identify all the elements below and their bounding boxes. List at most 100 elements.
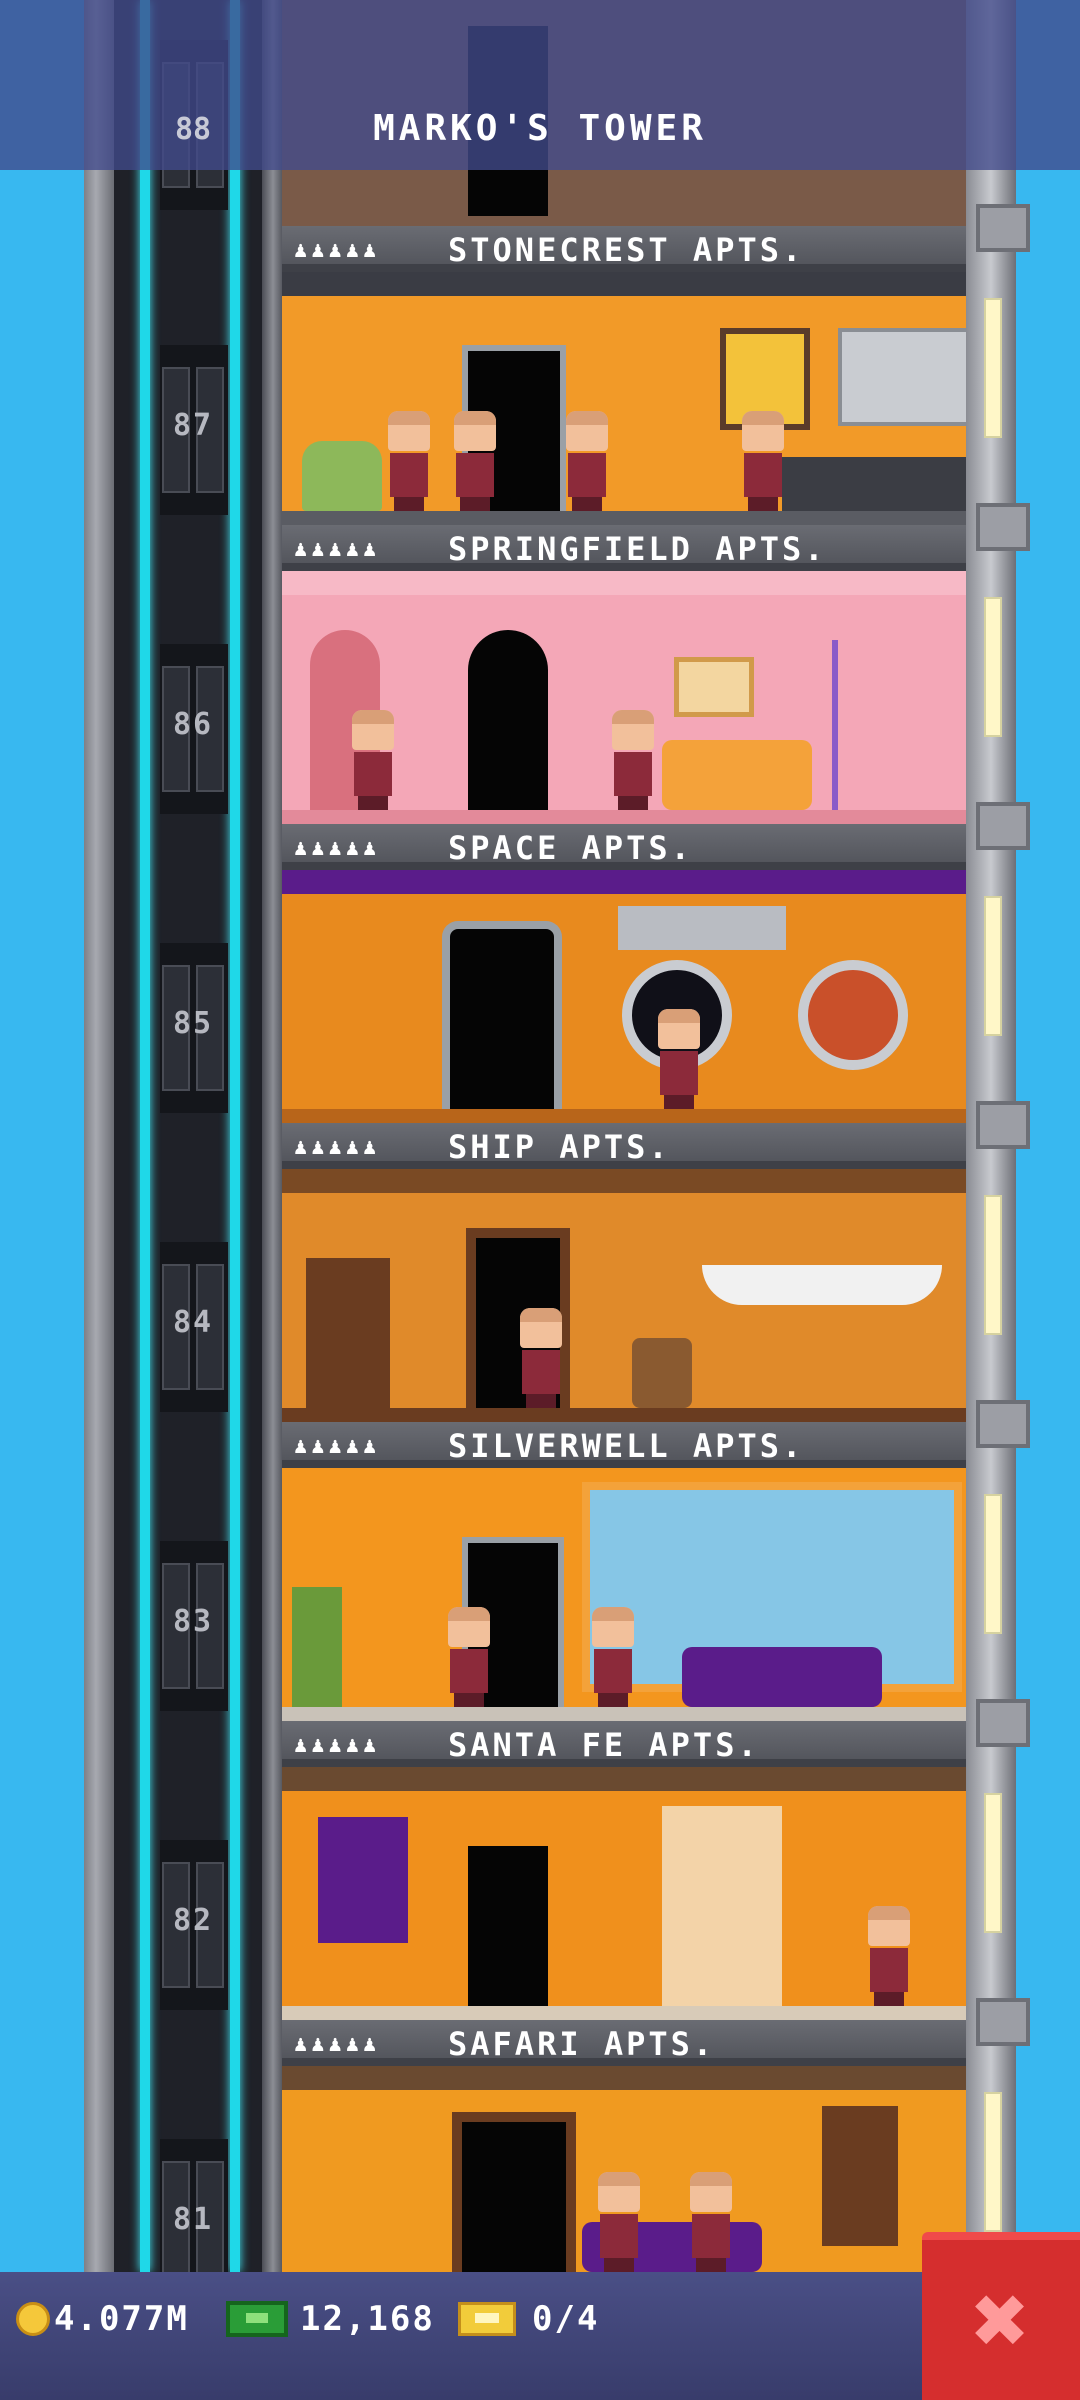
room-silverwell (282, 1468, 966, 1721)
floor-name: SILVERWELL APTS. (448, 1427, 805, 1465)
column-light (984, 1195, 1002, 1335)
column-bracket (976, 1101, 1030, 1149)
shaft-divider (262, 0, 284, 2272)
resident[interactable] (514, 1308, 568, 1408)
floor-sign: ♟♟♟♟♟ SHIP APTS. (282, 1123, 966, 1169)
floor-name: SPRINGFIELD APTS. (448, 530, 827, 568)
control-panel (618, 906, 786, 950)
bux-value: 12,168 (300, 2299, 435, 2339)
floor-name: SPACE APTS. (448, 829, 693, 867)
tickets-counter[interactable]: 0/4 (458, 2294, 599, 2344)
sofa (662, 740, 812, 810)
floor-number-81: 81 (172, 2202, 214, 2237)
floor-sign: ♟♟♟♟♟ SPACE APTS. (282, 824, 966, 870)
rating-stars: ♟♟♟♟♟ (294, 1434, 381, 1459)
floorboard (282, 511, 966, 525)
resident[interactable] (442, 1607, 496, 1707)
coins-value: 4.077M (54, 2299, 189, 2339)
window-shutter (822, 2106, 898, 2246)
sofa (682, 1647, 882, 1707)
floor-number-82: 82 (172, 1903, 214, 1938)
column-bracket (976, 1699, 1030, 1747)
coin-icon (16, 2302, 50, 2336)
resident[interactable] (606, 710, 660, 810)
column-bracket (976, 802, 1030, 850)
floor-number-87: 87 (172, 408, 214, 443)
floor-87[interactable]: ♟♟♟♟♟ STONECREST APTS. (282, 226, 966, 525)
column-light (984, 597, 1002, 737)
framed-picture (674, 657, 754, 717)
fireplace (662, 1806, 782, 2006)
ticket-icon (458, 2302, 516, 2336)
rating-stars: ♟♟♟♟♟ (294, 537, 381, 562)
column-light (984, 1793, 1002, 1933)
resident[interactable] (862, 1906, 916, 2006)
rating-stars: ♟♟♟♟♟ (294, 1135, 381, 1160)
column-light (984, 896, 1002, 1036)
rating-stars: ♟♟♟♟♟ (294, 836, 381, 861)
resident[interactable] (652, 1009, 706, 1109)
game-screen: 87 86 85 84 83 82 81 ♟♟♟♟♟ STONECREST AP… (0, 0, 1080, 2400)
floor-lamp (832, 640, 838, 810)
ceiling (282, 571, 966, 595)
coins-counter[interactable]: 4.077M (16, 2294, 189, 2344)
kitchen-cabinets (838, 328, 966, 426)
floor-85[interactable]: ♟♟♟♟♟ SPACE APTS. (282, 824, 966, 1123)
resident[interactable] (346, 710, 400, 810)
rating-stars: ♟♟♟♟♟ (294, 238, 381, 263)
ceiling (282, 1169, 966, 1193)
resident[interactable] (684, 2172, 738, 2272)
resident[interactable] (560, 411, 614, 511)
floor-sign: ♟♟♟♟♟ SAFARI APTS. (282, 2020, 966, 2066)
floor-84[interactable]: ♟♟♟♟♟ SHIP APTS. (282, 1123, 966, 1422)
floor-82[interactable]: ♟♟♟♟♟ SANTA FE APTS. (282, 1721, 966, 2020)
column-bracket (976, 204, 1030, 252)
floor-81[interactable]: ♟♟♟♟♟ SAFARI APTS. (282, 2020, 966, 2272)
barrel (632, 1338, 692, 1408)
kitchen-counter (782, 457, 966, 511)
doorway (468, 1846, 548, 2006)
room-space (282, 870, 966, 1123)
floorboard (282, 1707, 966, 1721)
column-light (984, 298, 1002, 438)
floor-sign: ♟♟♟♟♟ SANTA FE APTS. (282, 1721, 966, 1767)
bux-icon (226, 2301, 288, 2337)
floorboard (282, 1109, 966, 1123)
floor-number-83: 83 (172, 1604, 214, 1639)
floorboard (282, 2006, 966, 2020)
armchair (302, 441, 382, 511)
floor-name: SAFARI APTS. (448, 2025, 716, 2063)
floor-83[interactable]: ♟♟♟♟♟ SILVERWELL APTS. (282, 1422, 966, 1721)
tower-title: MARKO'S TOWER (373, 108, 707, 149)
resident[interactable] (592, 2172, 646, 2272)
floor-name: SHIP APTS. (448, 1128, 671, 1166)
floor-name: SANTA FE APTS. (448, 1726, 760, 1764)
bux-counter[interactable]: 12,168 (226, 2294, 435, 2344)
floor-sign: ♟♟♟♟♟ STONECREST APTS. (282, 226, 966, 272)
bookshelf (306, 1258, 390, 1408)
ceiling (282, 272, 966, 296)
floor-number-84: 84 (172, 1305, 214, 1340)
resident[interactable] (736, 411, 790, 511)
column-bracket (976, 1400, 1030, 1448)
porthole-window (798, 960, 908, 1070)
plant (292, 1587, 342, 1707)
room-safari (282, 2066, 966, 2272)
room-santa-fe (282, 1767, 966, 2020)
close-icon: ✖ (972, 2264, 1030, 2376)
rating-stars: ♟♟♟♟♟ (294, 2032, 381, 2057)
hammock (702, 1265, 942, 1305)
resident[interactable] (448, 411, 502, 511)
column-bracket (976, 1998, 1030, 2046)
resident[interactable] (586, 1607, 640, 1707)
resident[interactable] (382, 411, 436, 511)
floorboard (282, 810, 966, 824)
room-stonecrest (282, 272, 966, 525)
floor-86[interactable]: ♟♟♟♟♟ SPRINGFIELD APTS. (282, 525, 966, 824)
room-ship (282, 1169, 966, 1422)
floor-number-85: 85 (172, 1006, 214, 1041)
tower-left-wall (84, 0, 114, 2272)
doorway (452, 2112, 576, 2272)
close-button[interactable]: ✖ (922, 2232, 1080, 2400)
floor-number-86: 86 (172, 707, 214, 742)
